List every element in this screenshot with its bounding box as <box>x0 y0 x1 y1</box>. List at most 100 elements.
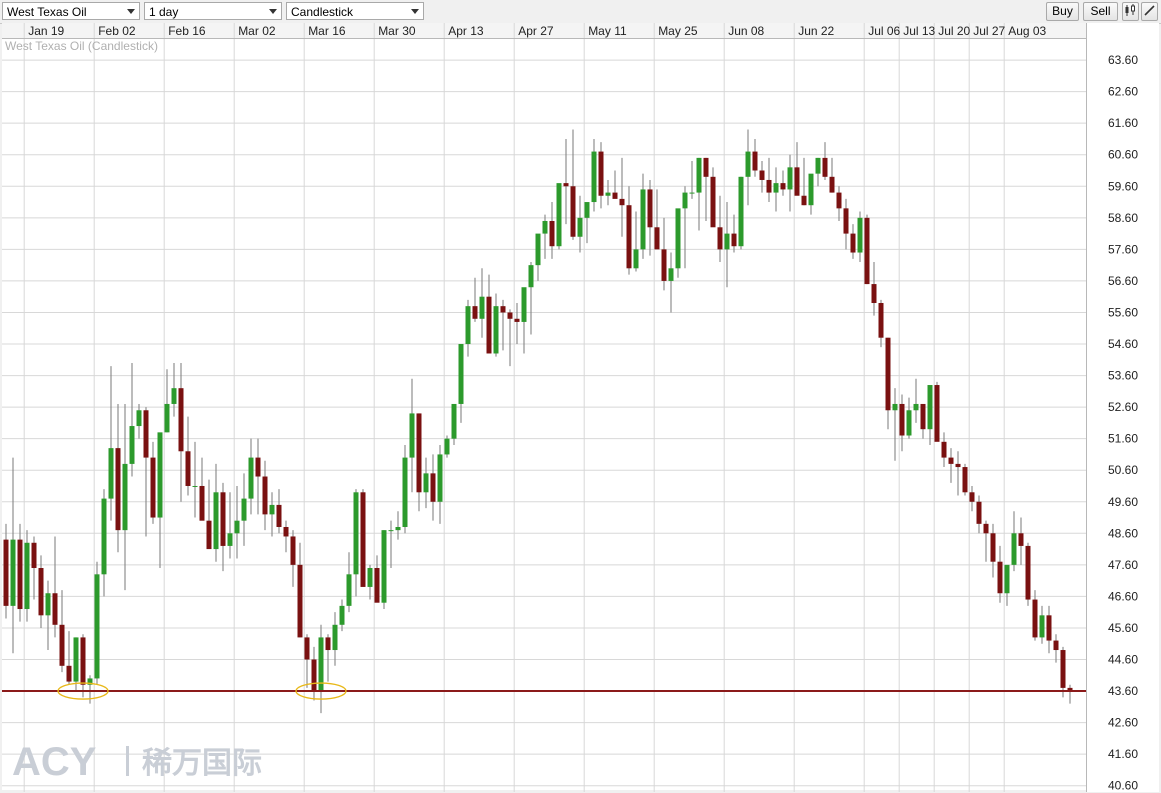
candle-down <box>822 157 828 177</box>
price-tick-label: 52.60 <box>1108 400 1138 414</box>
candle-down <box>59 624 65 666</box>
candle-up <box>241 498 247 521</box>
date-tick-label: Mar 16 <box>308 24 346 38</box>
candle-up <box>605 192 611 196</box>
candle-down <box>990 533 996 562</box>
interval-select[interactable]: 1 day <box>144 2 282 20</box>
candle-up <box>269 504 275 515</box>
candle-down <box>374 568 380 603</box>
candle-up <box>465 306 471 345</box>
price-tick-label: 40.60 <box>1108 779 1138 793</box>
candle-down <box>759 170 765 180</box>
candle-down <box>864 217 870 285</box>
price-tick-label: 63.60 <box>1108 53 1138 67</box>
candlestick-mode-button[interactable] <box>1122 2 1139 21</box>
candle-down <box>17 539 23 610</box>
candle-up <box>808 173 814 206</box>
candle-up <box>1004 564 1010 594</box>
chart-type-select[interactable]: Candlestick <box>286 2 424 20</box>
price-tick-label: 56.60 <box>1108 274 1138 288</box>
price-tick-label: 44.60 <box>1108 652 1138 666</box>
candle-down <box>150 457 156 518</box>
candle-down <box>115 448 121 531</box>
pencil-icon <box>1144 5 1155 16</box>
chevron-down-icon <box>125 3 137 19</box>
candle-up <box>633 249 639 269</box>
candle-up <box>675 208 681 269</box>
candle-up <box>367 568 373 587</box>
date-axis: Jan 19 Feb 02 Feb 16 Mar 02 Mar 16 Mar 30 Apr … <box>28 24 1046 38</box>
price-tick-label: 43.60 <box>1108 684 1138 698</box>
candle-down <box>262 476 268 515</box>
candle-down <box>794 167 800 196</box>
date-tick-label: Apr 13 <box>448 24 484 38</box>
candle-down <box>549 220 555 247</box>
candle-up <box>129 426 135 464</box>
sell-button[interactable]: Sell <box>1083 2 1118 21</box>
candle-up <box>164 403 170 433</box>
date-tick-label: Apr 27 <box>518 24 554 38</box>
candle-down <box>52 593 58 625</box>
candle-up <box>724 233 730 250</box>
price-tick-label: 49.60 <box>1108 495 1138 509</box>
date-tick-label: May 25 <box>658 24 698 38</box>
candle-down <box>1053 640 1059 651</box>
candle-down <box>1032 599 1038 638</box>
date-tick-label: May 11 <box>588 24 627 38</box>
candle-down <box>878 303 884 338</box>
watermark-chinese: 稀万国际 <box>142 746 262 781</box>
interval-select-value: 1 day <box>149 5 179 19</box>
candle-up <box>745 151 751 177</box>
date-tick-label: Jun 22 <box>798 24 834 38</box>
candle-down <box>619 198 625 206</box>
candle-down <box>962 467 968 493</box>
candle-up <box>171 388 177 404</box>
candle-down <box>416 413 422 493</box>
candle-down <box>598 151 604 196</box>
candle-up <box>535 233 541 266</box>
instrument-select[interactable]: West Texas Oil <box>2 2 140 20</box>
candle-down <box>178 388 184 452</box>
price-tick-label: 62.60 <box>1108 85 1138 99</box>
candlestick-icon <box>1125 4 1135 16</box>
chart-type-select-value: Candlestick <box>291 5 354 19</box>
date-tick-label: Feb 02 <box>98 24 136 38</box>
candle-up <box>388 530 394 532</box>
candle-up <box>542 220 548 234</box>
candlestick-chart[interactable]: Jan 19 Feb 02 Feb 16 Mar 02 Mar 16 Mar 30 Apr … <box>0 23 1161 793</box>
price-tick-label: 50.60 <box>1108 463 1138 477</box>
candle-down <box>752 151 758 171</box>
candle-up <box>479 296 485 319</box>
candle-up <box>10 539 16 606</box>
candle-up <box>192 485 198 487</box>
candle-up <box>346 574 352 606</box>
candle-up <box>409 413 415 458</box>
candle-down <box>430 473 436 502</box>
candle-up <box>584 202 590 218</box>
candle-down <box>500 306 506 313</box>
candle-down <box>507 312 513 319</box>
candle-up <box>773 183 779 193</box>
candle-up <box>101 498 107 575</box>
candle-down <box>563 183 569 187</box>
instrument-select-value: West Texas Oil <box>7 5 87 19</box>
candle-down <box>885 337 891 411</box>
price-tick-label: 42.60 <box>1108 716 1138 730</box>
draw-line-button[interactable] <box>1141 2 1158 21</box>
buy-button[interactable]: Buy <box>1046 2 1079 21</box>
watermark-brand: ACY <box>12 740 97 782</box>
candle-down <box>66 665 72 682</box>
candle-up <box>381 530 387 603</box>
date-tick-label: Jul 06 <box>868 24 900 38</box>
candle-up <box>738 176 744 247</box>
candle-down <box>304 637 310 660</box>
candle-down <box>836 192 842 209</box>
price-tick-label: 61.60 <box>1108 116 1138 130</box>
candle-down <box>276 504 282 527</box>
candle-up <box>493 306 499 354</box>
price-tick-label: 57.60 <box>1108 242 1138 256</box>
candle-up <box>1011 533 1017 565</box>
candle-down <box>255 457 261 477</box>
candle-down <box>38 568 44 616</box>
candle-down <box>3 539 9 606</box>
